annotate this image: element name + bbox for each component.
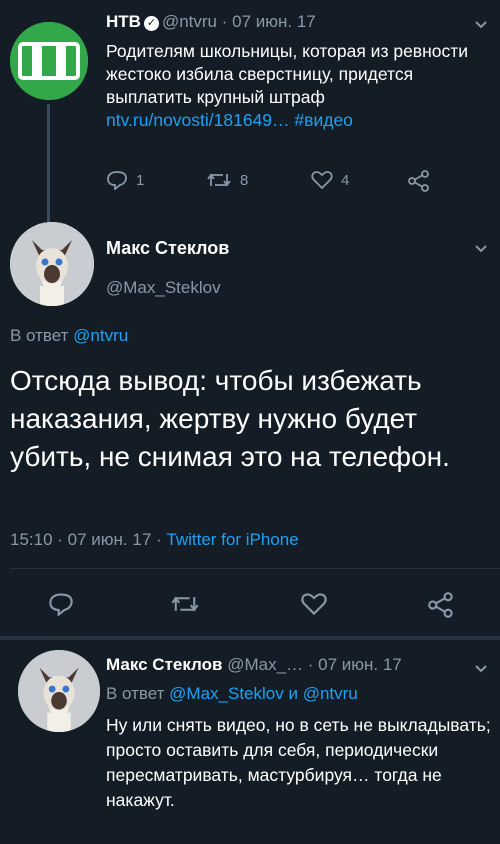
cat-avatar-image: [18, 650, 100, 732]
chevron-down-icon[interactable]: [474, 664, 488, 674]
reply-prefix: В ответ: [106, 684, 170, 703]
like-icon: [311, 171, 333, 190]
share-icon: [408, 170, 429, 192]
divider: [10, 568, 500, 569]
reply-icon: [49, 593, 73, 616]
handle-time[interactable]: @Max_… · 07 июн. 17: [222, 655, 402, 674]
thread-line: [47, 104, 50, 222]
share-button[interactable]: [428, 592, 454, 618]
retweet-icon: [171, 596, 199, 612]
tweet-meta: 15:10 · 07 июн. 17 · Twitter for iPhone: [10, 530, 299, 550]
cat-avatar-image: [10, 222, 94, 306]
share-icon: [428, 592, 453, 618]
tweet-actions: [0, 584, 500, 624]
tweet-link[interactable]: ntv.ru/novosti/181649…: [106, 110, 290, 130]
section-divider: [0, 636, 500, 640]
retweet-count: 8: [240, 171, 249, 189]
hashtag-link[interactable]: #видео: [294, 110, 352, 130]
reply-button[interactable]: [48, 592, 74, 616]
client-link[interactable]: Twitter for iPhone: [166, 530, 298, 549]
reply-context: В ответ @ntvru: [10, 326, 128, 346]
author-name[interactable]: НТВ: [106, 12, 141, 31]
author-name[interactable]: Макс Стеклов: [106, 655, 222, 674]
avatar[interactable]: [10, 222, 94, 306]
like-icon: [301, 593, 327, 616]
reply-to-link[interactable]: @Max_Steklov и @ntvru: [169, 684, 358, 703]
reply-count: 1: [136, 171, 145, 189]
tweet-text-body: Родителям школьницы, которая из ревности…: [106, 41, 469, 107]
retweet-button[interactable]: [170, 592, 200, 616]
ntv-logo: [10, 22, 88, 100]
like-button[interactable]: 4: [311, 170, 349, 190]
reply-to-link[interactable]: @ntvru: [73, 326, 128, 345]
tweet-body: Отсюда вывод: чтобы избежать наказания, …: [10, 365, 450, 472]
tweet-ntv[interactable]: НТВ ✓ @ntvru · 07 июн. 17 Родителям школьн…: [0, 0, 500, 222]
handle-time[interactable]: @ntvru · 07 июн. 17: [162, 12, 316, 31]
author-handle[interactable]: @Max_Steklov: [106, 278, 221, 298]
reply-button[interactable]: 1: [106, 170, 144, 190]
retweet-button[interactable]: 8: [206, 170, 248, 190]
chevron-down-icon[interactable]: [474, 244, 488, 254]
reply-context: В ответ @Max_Steklov и @ntvru: [106, 684, 358, 704]
like-count: 4: [341, 171, 350, 189]
ntv-avatar[interactable]: [10, 22, 88, 100]
avatar[interactable]: [18, 650, 100, 732]
like-button[interactable]: [300, 592, 328, 616]
reply-icon: [107, 171, 127, 190]
verified-badge-icon: ✓: [143, 16, 159, 31]
author-name[interactable]: Макс Стеклов: [106, 238, 229, 259]
tweet-header: НТВ ✓ @ntvru · 07 июн. 17: [106, 12, 316, 32]
tweet-header: Макс Стеклов @Max_… · 07 июн. 17: [106, 655, 402, 675]
reply-prefix: В ответ: [10, 326, 74, 345]
share-button[interactable]: [408, 170, 430, 192]
tweet-text: Ну или снять видео, но в сеть не выклады…: [106, 715, 491, 810]
timestamp[interactable]: 15:10 · 07 июн. 17 ·: [10, 530, 166, 549]
chevron-down-icon[interactable]: [474, 20, 488, 30]
tweet-actions: 1 8 4: [106, 170, 446, 194]
retweet-icon: [207, 173, 231, 187]
tweet-text: Родителям школьницы, которая из ревности…: [106, 40, 486, 132]
